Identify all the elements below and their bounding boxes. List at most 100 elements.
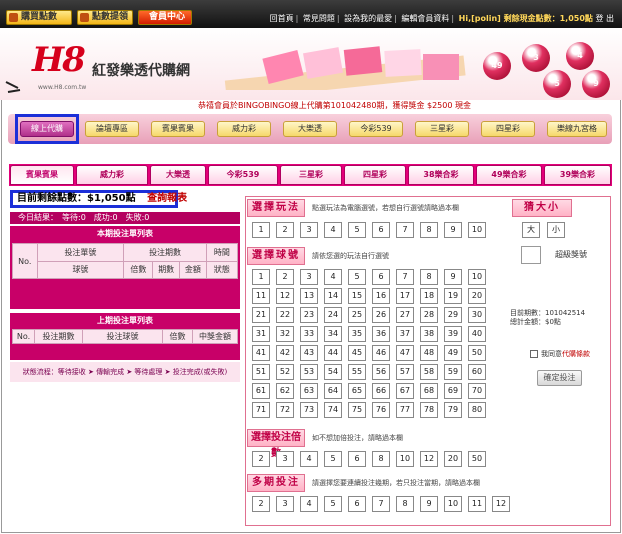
ball-button[interactable]: 17 <box>396 288 414 304</box>
ball-button[interactable]: 24 <box>324 307 342 323</box>
ball-button[interactable]: 8 <box>420 269 438 285</box>
size-big-button[interactable]: 大 <box>522 222 540 238</box>
play-mode-button[interactable]: 2 <box>276 222 294 238</box>
ball-button[interactable]: 42 <box>276 345 294 361</box>
ball-button[interactable]: 80 <box>468 402 486 418</box>
ball-button[interactable]: 56 <box>372 364 390 380</box>
period-button[interactable]: 8 <box>396 496 414 512</box>
ball-button[interactable]: 27 <box>396 307 414 323</box>
ball-button[interactable]: 45 <box>348 345 366 361</box>
ball-button[interactable]: 46 <box>372 345 390 361</box>
play-mode-button[interactable]: 3 <box>300 222 318 238</box>
ball-button[interactable]: 69 <box>444 383 462 399</box>
play-mode-button[interactable]: 4 <box>324 222 342 238</box>
ball-button[interactable]: 75 <box>348 402 366 418</box>
period-button[interactable]: 10 <box>444 496 462 512</box>
play-mode-button[interactable]: 8 <box>420 222 438 238</box>
multiple-button[interactable]: 4 <box>300 451 318 467</box>
ball-button[interactable]: 7 <box>396 269 414 285</box>
multiple-button[interactable]: 20 <box>444 451 462 467</box>
ball-button[interactable]: 4 <box>324 269 342 285</box>
ball-button[interactable]: 21 <box>252 307 270 323</box>
ball-button[interactable]: 55 <box>348 364 366 380</box>
member-center-button[interactable]: 會員中心 <box>138 10 192 25</box>
multiple-button[interactable]: 10 <box>396 451 414 467</box>
ball-button[interactable]: 41 <box>252 345 270 361</box>
ball-button[interactable]: 59 <box>444 364 462 380</box>
ball-button[interactable]: 68 <box>420 383 438 399</box>
ball-button[interactable]: 30 <box>468 307 486 323</box>
ball-button[interactable]: 53 <box>300 364 318 380</box>
ball-button[interactable]: 31 <box>252 326 270 342</box>
tab-power[interactable]: 威力彩 <box>76 165 148 185</box>
ball-button[interactable]: 43 <box>300 345 318 361</box>
ball-button[interactable]: 64 <box>324 383 342 399</box>
period-button[interactable]: 4 <box>300 496 318 512</box>
nav-item-online[interactable]: 線上代購 <box>20 121 74 137</box>
ball-button[interactable]: 18 <box>420 288 438 304</box>
period-button[interactable]: 5 <box>324 496 342 512</box>
ball-button[interactable]: 79 <box>444 402 462 418</box>
ball-button[interactable]: 3 <box>300 269 318 285</box>
tab-539[interactable]: 今彩539 <box>208 165 278 185</box>
nav-item-grid[interactable]: 樂線九宮格 <box>547 121 607 137</box>
tab-38[interactable]: 38樂合彩 <box>408 165 474 185</box>
play-mode-button[interactable]: 1 <box>252 222 270 238</box>
ball-button[interactable]: 1 <box>252 269 270 285</box>
ball-button[interactable]: 28 <box>420 307 438 323</box>
size-small-button[interactable]: 小 <box>547 222 565 238</box>
ball-button[interactable]: 63 <box>300 383 318 399</box>
ball-button[interactable]: 70 <box>468 383 486 399</box>
ball-button[interactable]: 39 <box>444 326 462 342</box>
multiple-button[interactable]: 5 <box>324 451 342 467</box>
ball-button[interactable]: 6 <box>372 269 390 285</box>
logo-mark[interactable]: H8 <box>32 40 86 80</box>
ball-button[interactable]: 20 <box>468 288 486 304</box>
terms-link[interactable]: 代購條款 <box>562 350 590 358</box>
ball-button[interactable]: 29 <box>444 307 462 323</box>
nav-item-bingo[interactable]: 賓果賓果 <box>151 121 205 137</box>
period-button[interactable]: 9 <box>420 496 438 512</box>
period-button[interactable]: 2 <box>252 496 270 512</box>
ball-button[interactable]: 65 <box>348 383 366 399</box>
nav-item-power[interactable]: 威力彩 <box>217 121 271 137</box>
tab-49[interactable]: 49樂合彩 <box>476 165 542 185</box>
multiple-button[interactable]: 6 <box>348 451 366 467</box>
ball-button[interactable]: 13 <box>300 288 318 304</box>
faq-link[interactable]: 常見問題 <box>303 14 335 23</box>
ball-button[interactable]: 77 <box>396 402 414 418</box>
ball-button[interactable]: 47 <box>396 345 414 361</box>
nav-item-forum[interactable]: 論壇專區 <box>85 121 139 137</box>
ball-button[interactable]: 71 <box>252 402 270 418</box>
period-button[interactable]: 12 <box>492 496 510 512</box>
tab-3star[interactable]: 三星彩 <box>280 165 342 185</box>
super-number-box[interactable] <box>521 246 541 264</box>
ball-button[interactable]: 52 <box>276 364 294 380</box>
play-mode-button[interactable]: 5 <box>348 222 366 238</box>
ball-button[interactable]: 5 <box>348 269 366 285</box>
ball-button[interactable]: 61 <box>252 383 270 399</box>
nav-item-3star[interactable]: 三星彩 <box>415 121 469 137</box>
tab-lotto[interactable]: 大樂透 <box>150 165 206 185</box>
multiple-button[interactable]: 3 <box>276 451 294 467</box>
ball-button[interactable]: 22 <box>276 307 294 323</box>
period-button[interactable]: 7 <box>372 496 390 512</box>
logout-link[interactable]: 登 出 <box>595 14 614 23</box>
period-button[interactable]: 11 <box>468 496 486 512</box>
play-mode-button[interactable]: 10 <box>468 222 486 238</box>
ball-button[interactable]: 15 <box>348 288 366 304</box>
ball-button[interactable]: 49 <box>444 345 462 361</box>
ball-button[interactable]: 36 <box>372 326 390 342</box>
confirm-bet-button[interactable]: 確定投注 <box>537 370 582 386</box>
multiple-button[interactable]: 50 <box>468 451 486 467</box>
ball-button[interactable]: 2 <box>276 269 294 285</box>
edit-profile-link[interactable]: 編輯會員資料 <box>401 14 449 23</box>
ball-button[interactable]: 58 <box>420 364 438 380</box>
ball-button[interactable]: 35 <box>348 326 366 342</box>
multiple-button[interactable]: 2 <box>252 451 270 467</box>
ball-button[interactable]: 9 <box>444 269 462 285</box>
play-mode-button[interactable]: 7 <box>396 222 414 238</box>
play-mode-button[interactable]: 9 <box>444 222 462 238</box>
ball-button[interactable]: 60 <box>468 364 486 380</box>
period-button[interactable]: 3 <box>276 496 294 512</box>
